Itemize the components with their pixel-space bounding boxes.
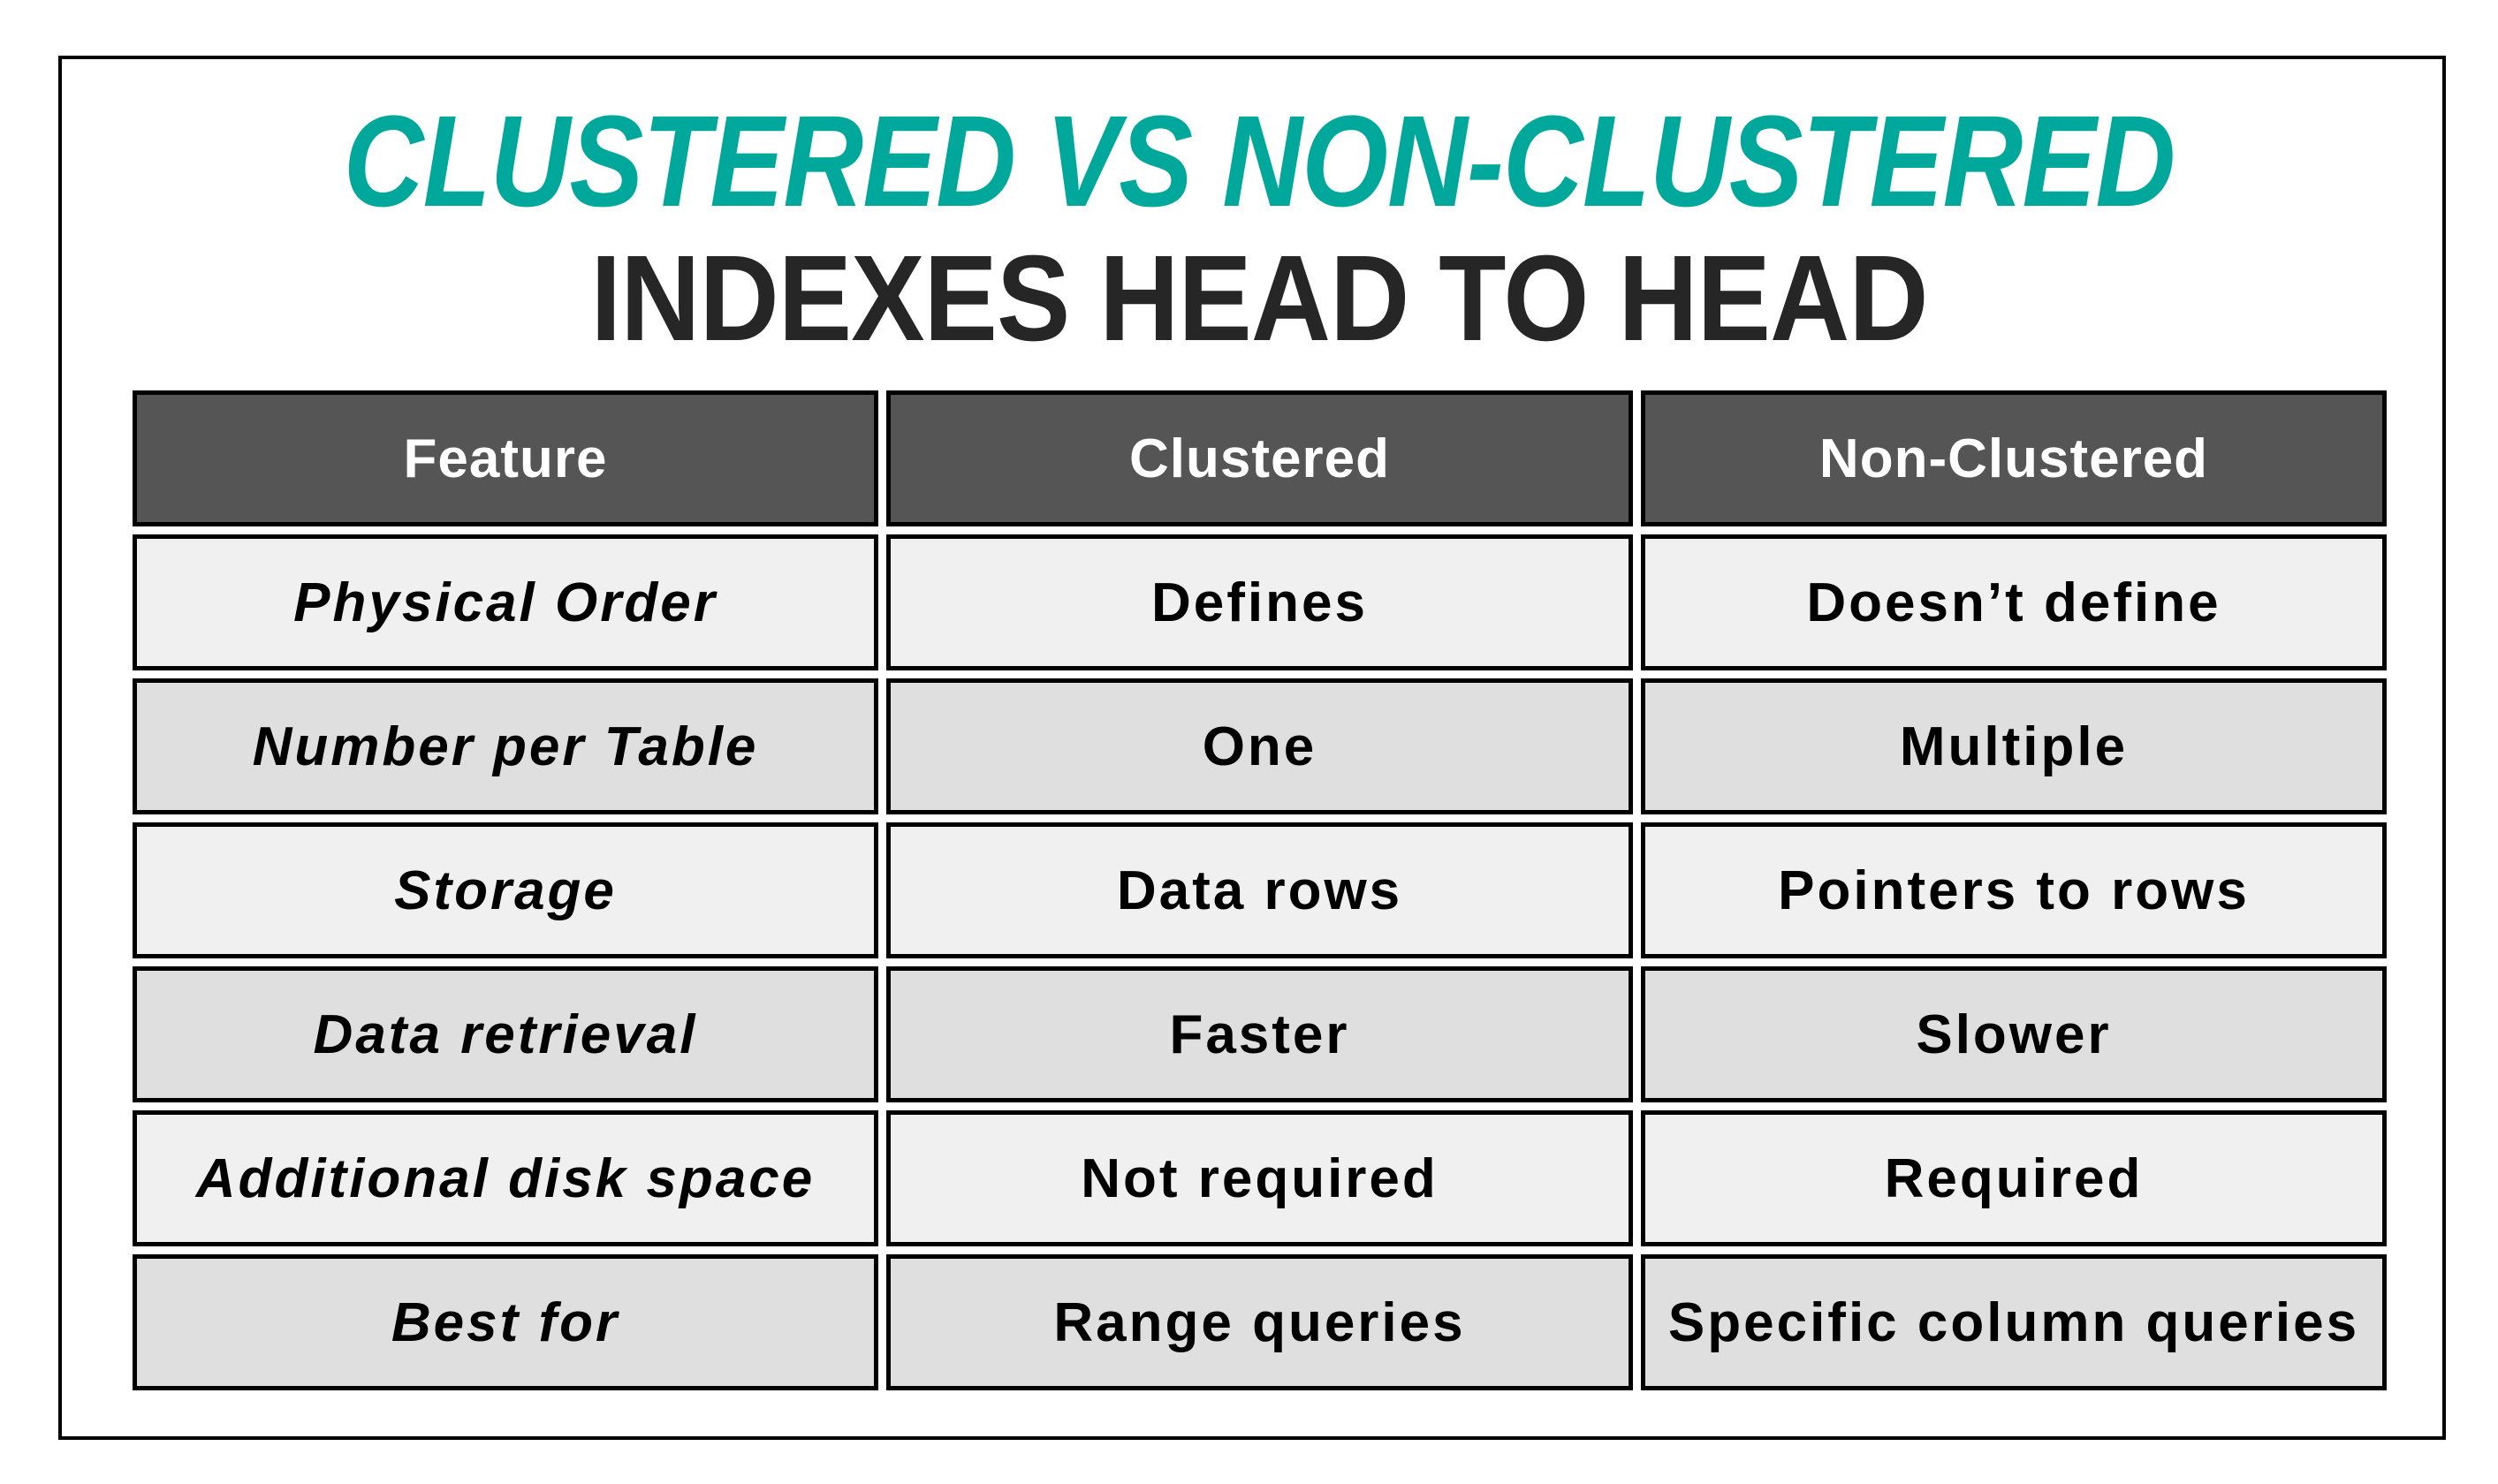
- row-non-clustered-cell: Specific column queries: [1641, 1254, 2387, 1390]
- row-clustered-cell: Data rows: [886, 822, 1633, 958]
- page-title-secondary: INDEXES HEAD TO HEAD: [590, 231, 1929, 367]
- column-header-clustered: Clustered: [886, 390, 1633, 526]
- row-clustered-cell: Not required: [886, 1110, 1633, 1246]
- row-clustered-cell: One: [886, 678, 1633, 814]
- row-feature-cell: Additional disk space: [133, 1110, 878, 1246]
- row-non-clustered-cell: Doesn’t define: [1641, 534, 2387, 670]
- row-non-clustered-cell: Slower: [1641, 966, 2387, 1102]
- column-header-non-clustered: Non-Clustered: [1641, 390, 2387, 526]
- row-clustered-cell: Faster: [886, 966, 1633, 1102]
- row-feature-cell: Number per Table: [133, 678, 878, 814]
- row-non-clustered-cell: Multiple: [1641, 678, 2387, 814]
- comparison-table: Feature Clustered Non-Clustered Physical…: [133, 390, 2387, 1390]
- row-clustered-cell: Defines: [886, 534, 1633, 670]
- row-feature-cell: Data retrieval: [133, 966, 878, 1102]
- row-feature-cell: Best for: [133, 1254, 878, 1390]
- row-non-clustered-cell: Pointers to rows: [1641, 822, 2387, 958]
- row-feature-cell: Storage: [133, 822, 878, 958]
- page-title-primary: CLUSTERED VS NON-CLUSTERED: [344, 89, 2175, 234]
- title-line-1-wrapper: CLUSTERED VS NON-CLUSTERED: [133, 97, 2387, 227]
- column-header-feature: Feature: [133, 390, 878, 526]
- row-non-clustered-cell: Required: [1641, 1110, 2387, 1246]
- row-feature-cell: Physical Order: [133, 534, 878, 670]
- title-line-2-wrapper: INDEXES HEAD TO HEAD: [133, 238, 2387, 360]
- row-clustered-cell: Range queries: [886, 1254, 1633, 1390]
